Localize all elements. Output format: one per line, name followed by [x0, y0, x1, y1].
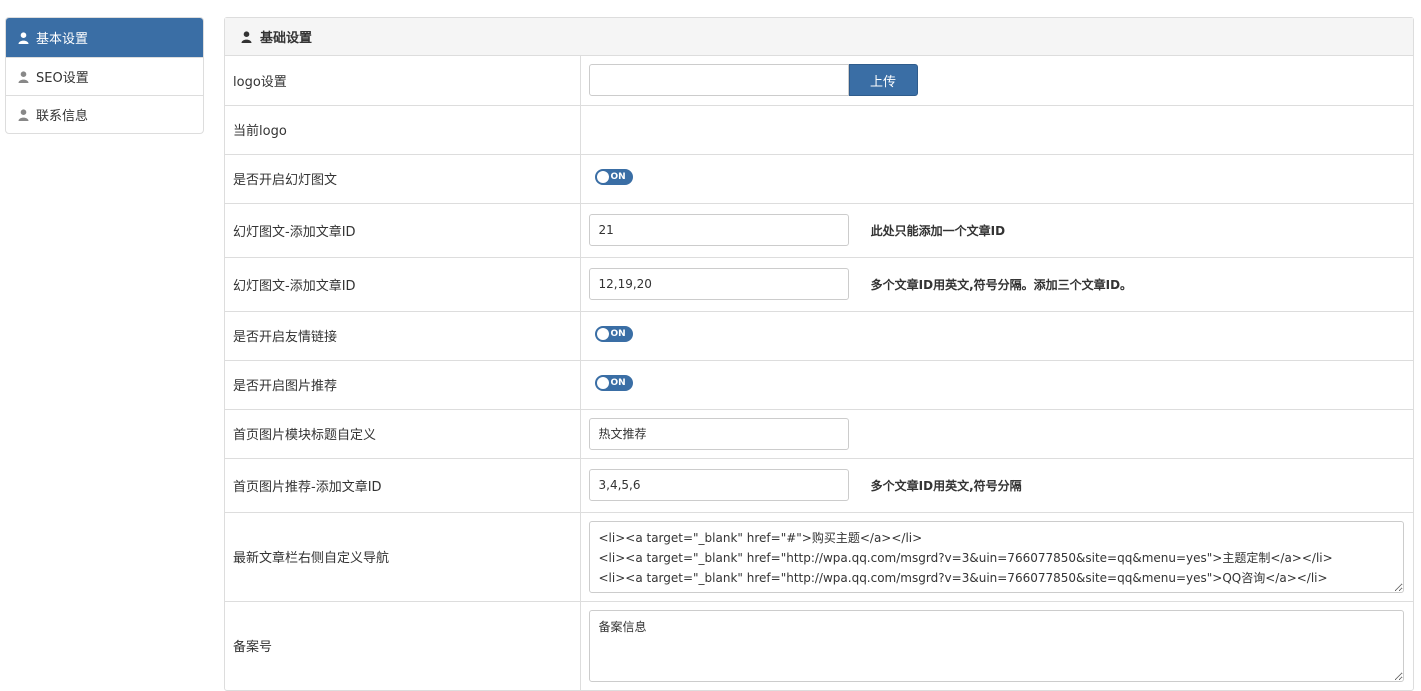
user-icon [16, 70, 30, 84]
row-label: 是否开启图片推荐 [225, 359, 581, 409]
settings-panel: 基础设置 logo设置 上传 当前logo 是否开启幻灯图文 ON 幻灯图文-添… [224, 17, 1414, 691]
image-rec-ids-input[interactable] [588, 469, 849, 501]
friend-links-toggle[interactable]: ON [594, 325, 633, 342]
form-row-image-rec-ids: 首页图片推荐-添加文章ID 多个文章ID用英文,符号分隔 [225, 457, 1413, 512]
toggle-knob [596, 170, 609, 183]
form-row-icp: 备案号 备案信息 [225, 600, 1413, 690]
row-label: 首页图片模块标题自定义 [225, 408, 581, 458]
slide-id-input-2[interactable] [588, 268, 849, 300]
sidebar-nav: 基本设置 SEO设置 联系信息 [5, 17, 204, 134]
current-logo-preview [580, 104, 1413, 154]
form-row-friend-links-toggle: 是否开启友情链接 ON [225, 310, 1413, 360]
custom-nav-textarea[interactable]: <li><a target="_blank" href="#">购买主题</a>… [588, 520, 1404, 593]
row-label: logo设置 [225, 56, 581, 105]
row-label: 幻灯图文-添加文章ID [225, 202, 581, 257]
row-label: 首页图片推荐-添加文章ID [225, 457, 581, 512]
slide-id-input-1[interactable] [588, 214, 849, 246]
user-icon [16, 108, 30, 122]
row-label: 是否开启友情链接 [225, 310, 581, 360]
form-row-current-logo: 当前logo [225, 104, 1413, 154]
field-hint: 此处只能添加一个文章ID [870, 223, 1006, 238]
image-module-title-input[interactable] [588, 417, 849, 450]
form-row-slideshow-toggle: 是否开启幻灯图文 ON [225, 153, 1413, 203]
sidebar-item-basic-settings[interactable]: 基本设置 [6, 18, 203, 57]
row-label: 当前logo [225, 104, 581, 154]
form-row-image-rec-toggle: 是否开启图片推荐 ON [225, 359, 1413, 409]
toggle-knob [596, 327, 609, 340]
sidebar-item-label: 基本设置 [36, 32, 89, 47]
user-icon [241, 30, 252, 43]
row-label: 是否开启幻灯图文 [225, 153, 581, 203]
panel-title: 基础设置 [260, 31, 313, 46]
upload-button[interactable]: 上传 [848, 64, 918, 97]
sidebar-item-seo-settings[interactable]: SEO设置 [6, 57, 203, 95]
settings-form: logo设置 上传 当前logo 是否开启幻灯图文 ON 幻灯图文-添加文章ID… [225, 56, 1413, 690]
icp-textarea[interactable]: 备案信息 [588, 609, 1404, 682]
row-label: 幻灯图文-添加文章ID [225, 256, 581, 311]
sidebar-item-label: 联系信息 [36, 109, 89, 124]
sidebar-item-contact-info[interactable]: 联系信息 [6, 95, 203, 133]
form-row-custom-nav: 最新文章栏右侧自定义导航 <li><a target="_blank" href… [225, 511, 1413, 601]
row-label: 最新文章栏右侧自定义导航 [225, 511, 581, 601]
form-row-slide-id-1: 幻灯图文-添加文章ID 此处只能添加一个文章ID [225, 202, 1413, 257]
toggle-state: ON [610, 328, 626, 339]
logo-upload-group: 上传 [588, 64, 918, 97]
row-label: 备案号 [225, 600, 581, 690]
panel-header: 基础设置 [225, 18, 1413, 56]
user-icon [16, 31, 30, 45]
field-hint: 多个文章ID用英文,符号分隔。添加三个文章ID。 [870, 277, 1133, 292]
form-row-image-module-title: 首页图片模块标题自定义 [225, 408, 1413, 458]
field-hint: 多个文章ID用英文,符号分隔 [870, 478, 1022, 493]
slideshow-toggle[interactable]: ON [594, 168, 633, 185]
toggle-knob [596, 376, 609, 389]
logo-url-input[interactable] [588, 64, 849, 97]
form-row-logo: logo设置 上传 [225, 56, 1413, 105]
toggle-state: ON [610, 377, 626, 388]
form-row-slide-id-2: 幻灯图文-添加文章ID 多个文章ID用英文,符号分隔。添加三个文章ID。 [225, 256, 1413, 311]
toggle-state: ON [610, 171, 626, 182]
sidebar-item-label: SEO设置 [36, 71, 89, 86]
image-recommend-toggle[interactable]: ON [594, 374, 633, 391]
